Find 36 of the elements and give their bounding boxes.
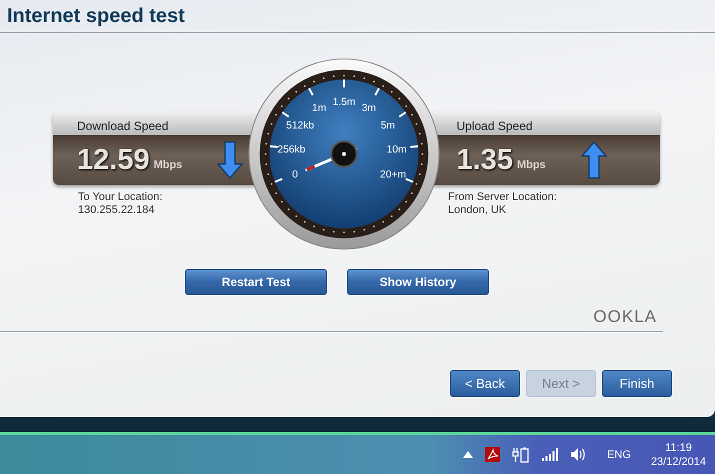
gauge-scale-label: 1m bbox=[312, 103, 326, 114]
gauge-scale-label: 10m bbox=[386, 144, 407, 156]
upload-label: Upload Speed bbox=[456, 119, 533, 133]
gauge-scale-label: 1.5m bbox=[332, 97, 356, 108]
gauge-scale-label: 3m bbox=[362, 103, 376, 114]
upload-value: 1.35 bbox=[456, 144, 513, 176]
action-button[interactable]: Show History bbox=[347, 269, 489, 295]
clock-time[interactable]: 11:19 bbox=[665, 440, 692, 454]
wizard-button[interactable]: Finish bbox=[602, 370, 672, 397]
location-caption: To Your Location: bbox=[78, 191, 164, 204]
action-button[interactable]: Restart Test bbox=[185, 269, 327, 295]
download-value: 12.59 bbox=[77, 144, 150, 176]
pdf-app-icon[interactable] bbox=[485, 447, 500, 462]
gauge-scale-label: 512kb bbox=[286, 120, 314, 132]
gauge-scale-label: 5m bbox=[380, 120, 396, 132]
wizard-button[interactable]: < Back bbox=[450, 370, 520, 397]
gauge-needle bbox=[305, 140, 358, 172]
window-title: Internet speed test bbox=[7, 4, 185, 28]
gauge-scale-label: 20+m bbox=[380, 170, 406, 181]
download-label: Download Speed bbox=[77, 119, 168, 133]
server-caption: From Server Location: bbox=[448, 191, 558, 204]
speaker-icon[interactable] bbox=[570, 447, 588, 462]
signal-bars-icon[interactable] bbox=[542, 448, 558, 461]
download-unit: Mbps bbox=[154, 158, 182, 170]
gauge-scale-label: 0 bbox=[292, 170, 298, 181]
input-language[interactable]: ENG bbox=[607, 448, 631, 460]
gauge-scale-label: 256kb bbox=[277, 144, 306, 156]
clock-date[interactable]: 23/12/2014 bbox=[650, 454, 706, 468]
location-address: 130.255.22.184 bbox=[78, 204, 156, 217]
server-location: London, UK bbox=[448, 204, 508, 217]
down-arrow-icon bbox=[217, 141, 244, 179]
show-hidden-icons-icon[interactable] bbox=[463, 451, 474, 458]
upload-unit: Mbps bbox=[516, 158, 546, 170]
battery-plug-icon[interactable] bbox=[512, 446, 530, 462]
up-arrow-icon bbox=[581, 141, 607, 179]
ookla-logo: OOKLA bbox=[593, 307, 657, 327]
